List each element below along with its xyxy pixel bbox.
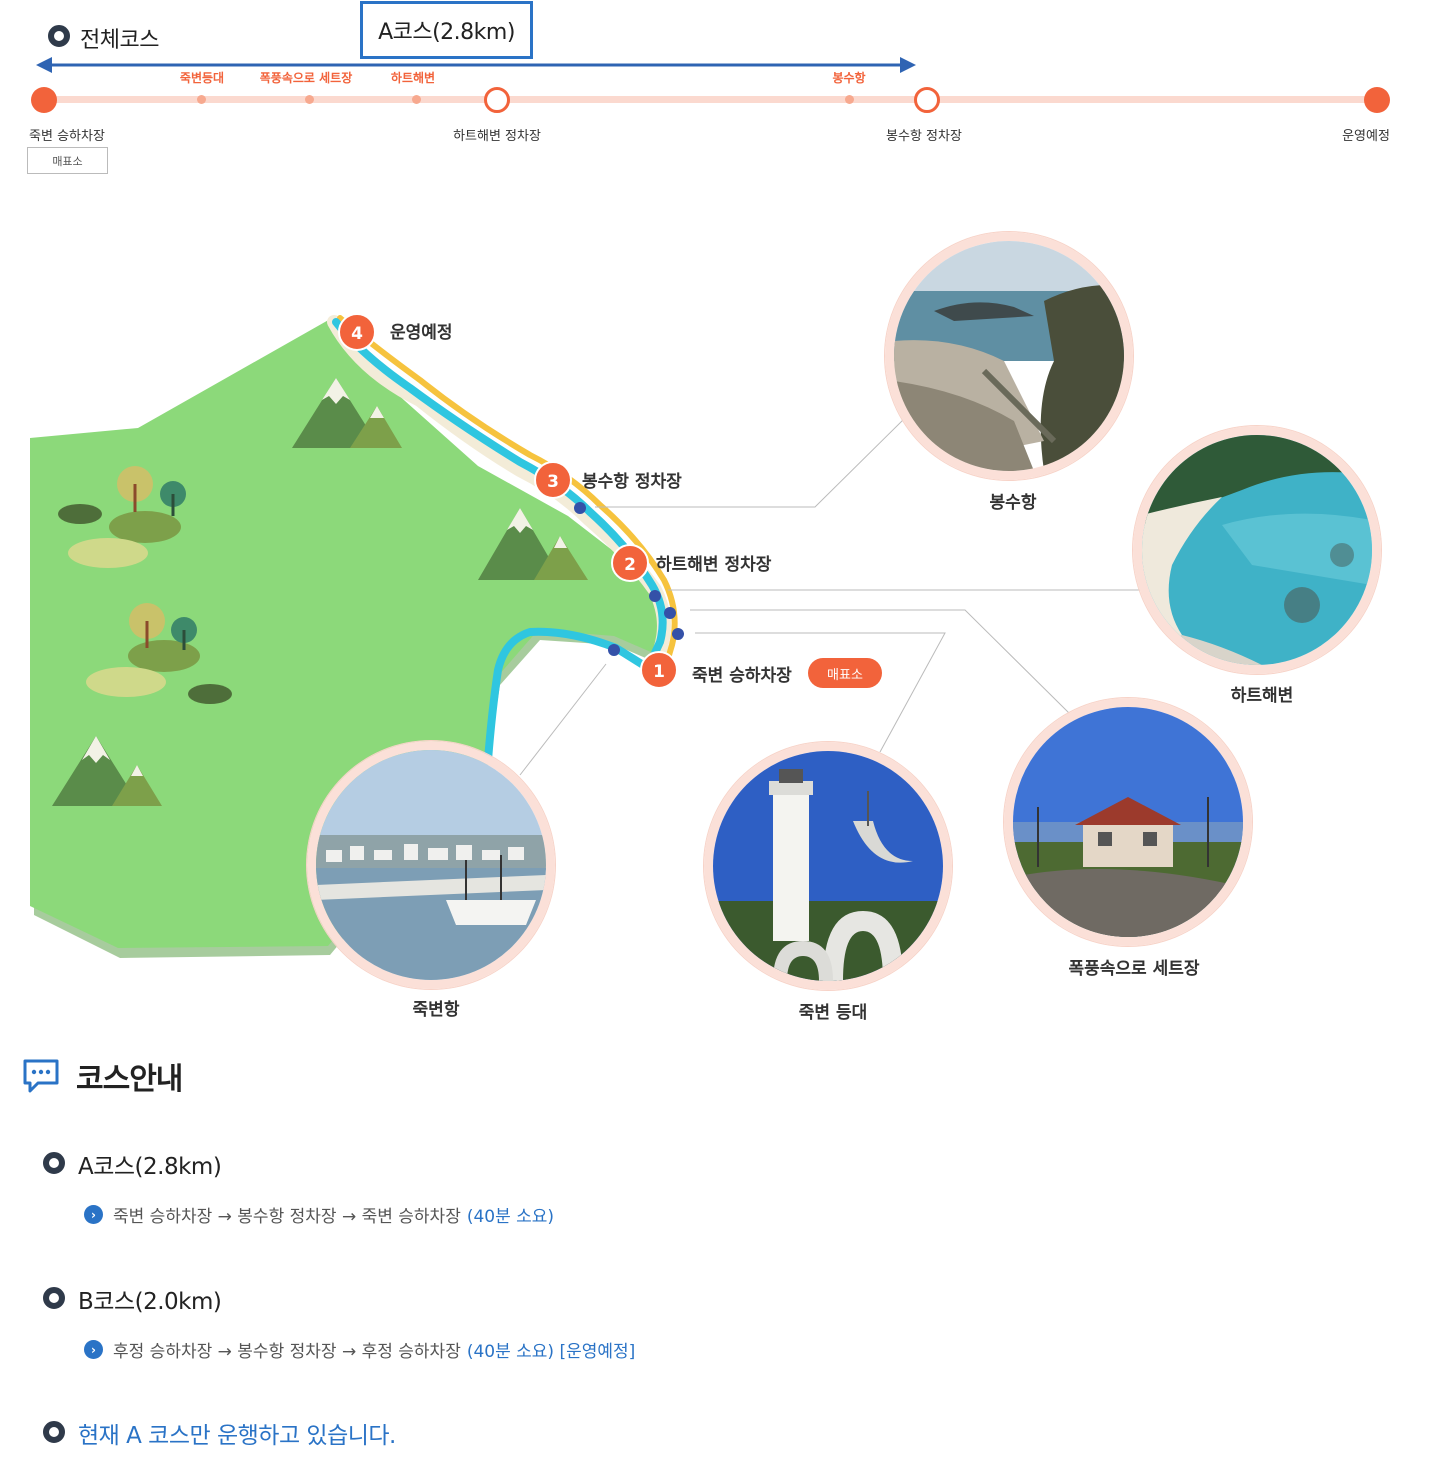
chevron-right-icon: ›: [84, 1340, 103, 1359]
ticket-office-pill[interactable]: 매표소: [808, 658, 882, 688]
map-marker-number: 1: [653, 662, 665, 682]
chat-bubble-icon: [23, 1059, 59, 1093]
map-stop-label-bongsu: 봉수항 정차장: [582, 472, 682, 492]
route-dot: [649, 590, 661, 602]
course-b-bullet-icon: [43, 1287, 65, 1309]
poi-dot: [845, 95, 854, 104]
route-dot: [664, 607, 676, 619]
poi-dot: [305, 95, 314, 104]
stop-marker-jukbyeon[interactable]: [31, 87, 57, 113]
photo-label-heart-beach: 하트해변: [1230, 686, 1294, 706]
stop-marker-heart-beach[interactable]: [484, 87, 510, 113]
map-marker-2[interactable]: 2: [611, 544, 649, 582]
course-guide-title: 코스안내: [76, 1062, 183, 1097]
poi-dot: [412, 95, 421, 104]
poi-label-set: 폭풍속으로 세트장: [259, 71, 353, 85]
photo-jukbyeon-lighthouse[interactable]: [704, 742, 952, 990]
map-marker-number: 3: [547, 472, 559, 492]
photo-label-drama-set: 폭풍속으로 세트장: [1068, 959, 1200, 979]
map-marker-number: 2: [624, 555, 636, 575]
chevron-right-icon: ›: [84, 1205, 103, 1224]
course-b-route: › 후정 승하차장 → 봉수항 정차장 → 후정 승하차장 (40분 소요) […: [84, 1337, 635, 1362]
poi-label-bongsu: 봉수항: [832, 71, 866, 85]
map-stop-label-heart-beach: 하트해변 정차장: [656, 555, 772, 575]
notice-bullet-icon: [43, 1421, 65, 1443]
map-marker-number: 4: [351, 324, 363, 344]
course-a-title: A코스(2.8km): [78, 1154, 222, 1180]
map-marker-4[interactable]: 4: [338, 313, 376, 351]
all-course-bullet-icon: [48, 25, 70, 47]
course-b-duration: (40분 소요) [운영예정]: [466, 1342, 636, 1362]
poi-label-lighthouse: 죽변등대: [179, 71, 225, 85]
course-track-line: [44, 96, 1378, 103]
photo-bongsu-harbor[interactable]: [885, 232, 1133, 480]
stop-label-heart-beach: 하트해변 정차장: [453, 129, 541, 144]
course-a-route: › 죽변 승하차장 → 봉수항 정차장 → 죽변 승하차장 (40분 소요): [84, 1202, 554, 1227]
route-dot: [574, 502, 586, 514]
course-range-arrow-icon: [36, 57, 916, 73]
route-dot: [608, 644, 620, 656]
course-b-route-text: 후정 승하차장 → 봉수항 정차장 → 후정 승하차장: [113, 1342, 461, 1362]
poi-label-heart-beach: 하트해변: [390, 71, 436, 85]
photo-label-jukbyeon-harbor: 죽변항: [412, 1000, 460, 1020]
stop-label-bongsu: 봉수항 정차장: [886, 129, 962, 144]
photo-label-lighthouse: 죽변 등대: [798, 1003, 868, 1023]
all-course-label[interactable]: 전체코스: [80, 22, 159, 54]
map-marker-1[interactable]: 1: [640, 651, 678, 689]
selected-course-tab[interactable]: A코스(2.8km): [360, 1, 533, 59]
stop-marker-planned[interactable]: [1364, 87, 1390, 113]
stop-marker-bongsu[interactable]: [914, 87, 940, 113]
map-stop-label-jukbyeon: 죽변 승하차장: [692, 666, 792, 686]
map-marker-3[interactable]: 3: [534, 461, 572, 499]
stop-label-planned: 운영예정: [1342, 129, 1390, 144]
ticket-office-badge[interactable]: 매표소: [27, 147, 108, 174]
course-a-bullet-icon: [43, 1152, 65, 1174]
poi-dot: [197, 95, 206, 104]
stop-label-jukbyeon: 죽변 승하차장: [29, 129, 105, 144]
course-b-title: B코스(2.0km): [78, 1289, 222, 1315]
operation-notice: 현재 A 코스만 운행하고 있습니다.: [78, 1423, 396, 1449]
photo-jukbyeon-harbor[interactable]: [307, 741, 555, 989]
course-a-route-text: 죽변 승하차장 → 봉수항 정차장 → 죽변 승하차장: [113, 1207, 461, 1227]
course-a-duration: (40분 소요): [466, 1207, 555, 1227]
photo-label-bongsu: 봉수항: [989, 493, 1037, 513]
photo-drama-set[interactable]: [1004, 698, 1252, 946]
photo-heart-beach[interactable]: [1133, 426, 1381, 674]
map-stop-label-planned: 운영예정: [390, 323, 453, 343]
route-dot: [672, 628, 684, 640]
